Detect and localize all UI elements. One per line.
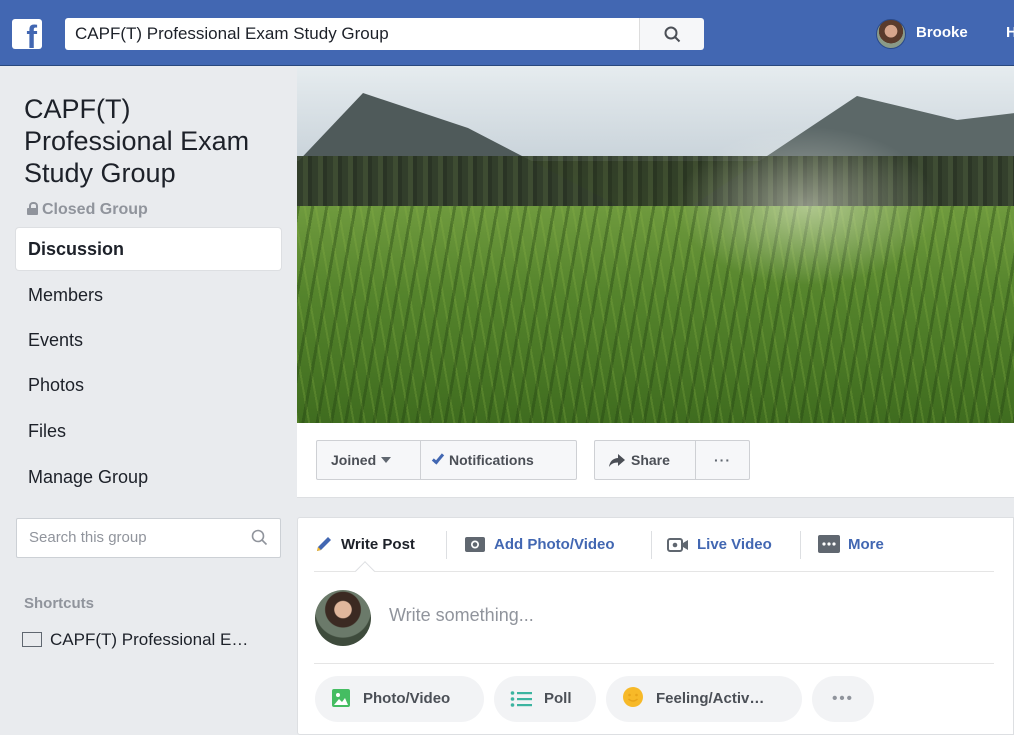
shortcut-item-group[interactable]: CAPF(T) Professional E… xyxy=(22,630,284,650)
pencil-icon xyxy=(317,537,331,551)
joined-button[interactable]: Joined xyxy=(316,440,421,480)
tab-write-post[interactable]: Write Post xyxy=(315,533,415,557)
more-options-button[interactable]: ••• xyxy=(812,676,874,722)
tab-live-video[interactable]: Live Video xyxy=(667,533,772,557)
more-options-button[interactable]: ··· xyxy=(695,440,750,480)
user-name-link[interactable]: Brooke xyxy=(916,24,968,41)
group-action-bar: Joined Notifications Share ··· xyxy=(297,423,1014,498)
search-icon xyxy=(664,26,681,43)
feeling-activity-button[interactable]: Feeling/Activ… xyxy=(606,676,802,722)
poll-button[interactable]: Poll xyxy=(494,676,596,722)
composer-tabs: Write Post Add Photo/Video Live Video Mo… xyxy=(314,518,994,572)
camera-icon xyxy=(465,537,485,552)
chevron-down-icon xyxy=(381,457,392,463)
sidebar-item-files[interactable]: Files xyxy=(16,410,281,452)
tab-add-photo-video[interactable]: Add Photo/Video xyxy=(464,533,615,557)
group-search-input[interactable]: Search this group xyxy=(16,518,281,558)
search-input[interactable]: CAPF(T) Professional Exam Study Group xyxy=(65,18,639,50)
group-privacy-label: Closed Group xyxy=(27,201,148,219)
search-icon xyxy=(251,529,268,546)
notifications-button[interactable]: Notifications xyxy=(420,440,577,480)
search-button[interactable] xyxy=(639,18,704,50)
tab-more[interactable]: More xyxy=(818,533,884,557)
sidebar-item-members[interactable]: Members xyxy=(16,274,281,316)
top-navigation-bar: f CAPF(T) Professional Exam Study Group … xyxy=(0,0,1014,66)
home-link[interactable]: H xyxy=(1006,24,1014,41)
shortcuts-heading: Shortcuts xyxy=(24,595,95,612)
facebook-logo-icon[interactable]: f xyxy=(12,19,42,49)
lock-icon xyxy=(27,202,38,215)
cover-photo[interactable] xyxy=(297,66,1014,423)
share-arrow-icon xyxy=(609,454,625,467)
sidebar-item-events[interactable]: Events xyxy=(16,319,281,361)
photo-video-button[interactable]: Photo/Video xyxy=(315,676,484,722)
checkmark-icon xyxy=(431,451,445,465)
photo-icon xyxy=(332,689,350,707)
composer-text-input[interactable]: Write something... xyxy=(389,605,534,626)
book-icon xyxy=(22,630,44,647)
group-title[interactable]: CAPF(T) Professional Exam Study Group xyxy=(24,93,284,189)
smiley-icon xyxy=(623,687,643,707)
sidebar-item-photos[interactable]: Photos xyxy=(16,364,281,406)
video-camera-icon xyxy=(667,538,688,552)
share-button[interactable]: Share xyxy=(594,440,696,480)
user-avatar[interactable] xyxy=(876,19,906,49)
sidebar-item-manage-group[interactable]: Manage Group xyxy=(16,456,281,498)
more-icon xyxy=(818,535,840,553)
avatar[interactable] xyxy=(315,590,371,646)
list-icon xyxy=(510,691,532,707)
post-composer: Write Post Add Photo/Video Live Video Mo… xyxy=(297,517,1014,735)
sidebar-item-discussion[interactable]: Discussion xyxy=(16,228,281,270)
